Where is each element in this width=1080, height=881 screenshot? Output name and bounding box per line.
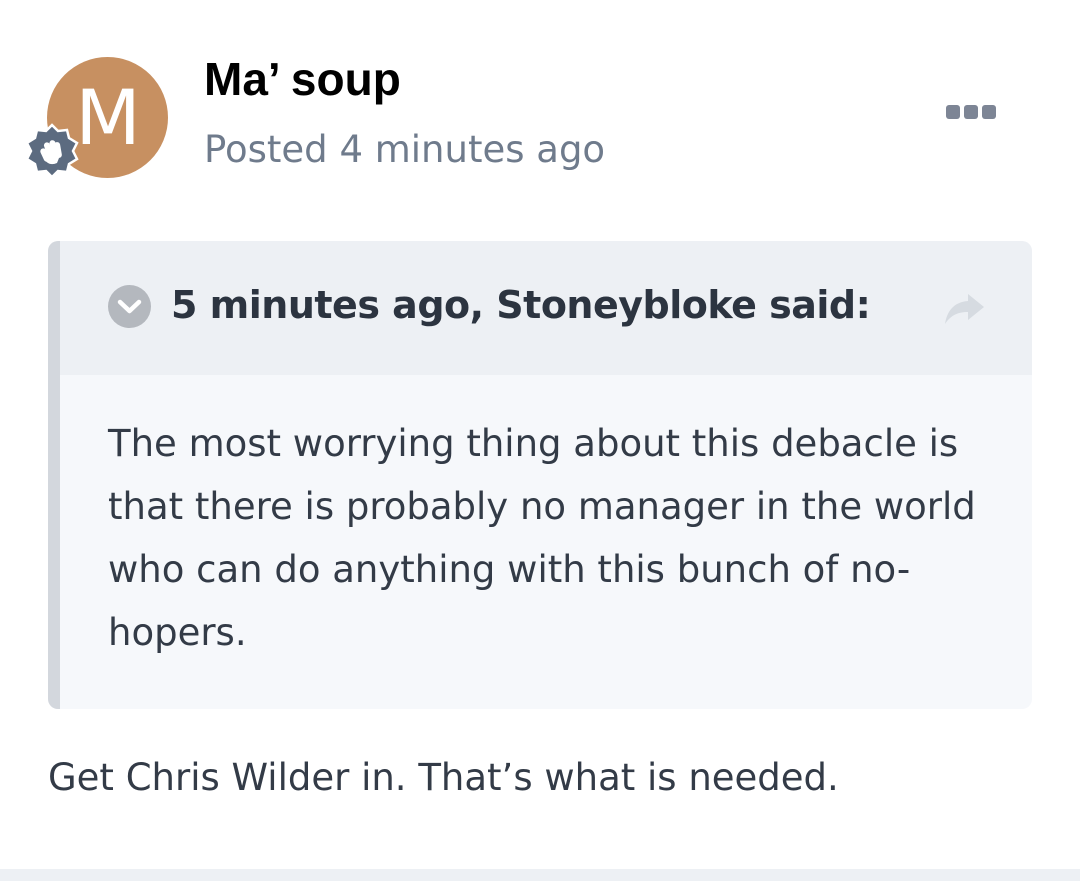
avatar-initial: M — [75, 73, 141, 162]
post-content: Get Chris Wilder in. That’s what is need… — [48, 756, 839, 799]
posted-time[interactable]: 4 minutes ago — [339, 128, 605, 171]
quote-citation: 5 minutes ago, Stoneybloke said: — [171, 283, 871, 327]
waving-hand-icon[interactable] — [24, 123, 80, 179]
post-divider — [0, 869, 1080, 881]
quote-bar — [48, 241, 60, 709]
post-timestamp: Posted 4 minutes ago — [204, 128, 605, 171]
more-dot — [964, 105, 978, 119]
posted-label: Posted — [204, 128, 328, 171]
forum-post: M Ma’ soup Posted 4 minutes ago 5 minute… — [0, 0, 1080, 869]
more-options-icon[interactable] — [946, 103, 998, 121]
more-dot — [946, 105, 960, 119]
chevron-down-icon[interactable] — [108, 285, 151, 328]
more-dot — [982, 105, 996, 119]
share-arrow-icon[interactable] — [942, 290, 986, 330]
author-name[interactable]: Ma’ soup — [204, 52, 401, 106]
quote-text: The most worrying thing about this debac… — [108, 422, 976, 654]
